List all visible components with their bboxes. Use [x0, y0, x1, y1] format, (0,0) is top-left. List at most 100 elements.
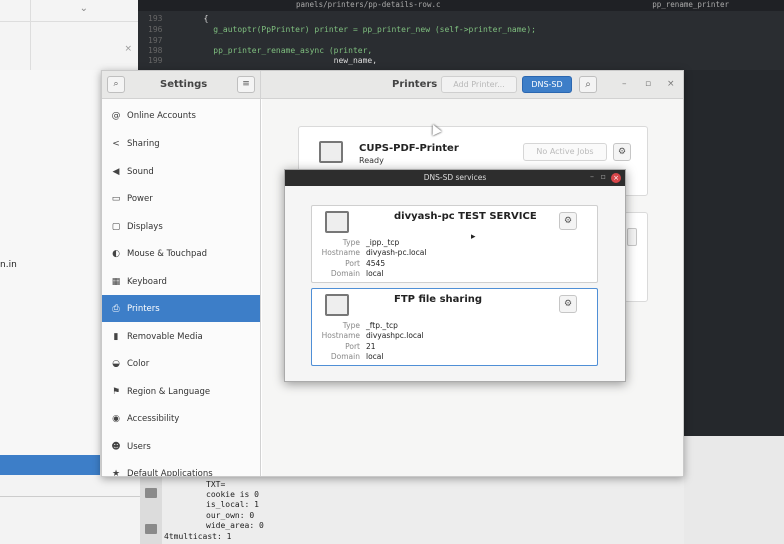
- sidebar-item-printers[interactable]: ⎙ Printers: [102, 295, 260, 322]
- gear-icon: ⚙: [563, 216, 573, 226]
- chevron-down-icon[interactable]: ⌄: [80, 3, 88, 14]
- share-icon: <: [112, 138, 120, 149]
- printer-icon: [325, 211, 349, 233]
- sidebar-item-displays[interactable]: ▢ Displays: [102, 213, 260, 240]
- star-icon: ★: [111, 468, 121, 477]
- field-label: Domain: [330, 269, 360, 278]
- dnssd-services-dialog: DNS-SD services – ▫ × divyash-pc TEST SE…: [284, 169, 626, 382]
- close-button[interactable]: ×: [611, 173, 621, 183]
- maximize-button[interactable]: ▫: [645, 79, 651, 89]
- background-window-top-left: ⌄ ×: [0, 0, 138, 70]
- keyboard-icon: ▦: [111, 276, 121, 287]
- sidebar-item-label: Sound: [127, 166, 154, 177]
- printer-row: [624, 212, 648, 302]
- sidebar-item-label: Printers: [127, 303, 160, 314]
- sidebar-item-accessibility[interactable]: ◉ Accessibility: [102, 405, 260, 432]
- battery-icon: ▭: [111, 193, 121, 204]
- flag-icon: ⚑: [111, 386, 121, 397]
- minimize-button[interactable]: –: [590, 172, 594, 181]
- accessibility-icon: ◉: [112, 413, 120, 424]
- background-window-bottom-left: [0, 476, 140, 544]
- background-tab-bar: [0, 0, 138, 22]
- printer-settings-button[interactable]: ⚙: [613, 143, 631, 161]
- service-settings-button[interactable]: ⚙: [559, 295, 577, 313]
- code-line: {: [194, 14, 209, 23]
- line-number: 193: [148, 14, 163, 23]
- sidebar-item-label: Removable Media: [127, 331, 203, 342]
- sidebar-item-removable-media[interactable]: ▮ Removable Media: [102, 323, 260, 350]
- color-icon: ◒: [112, 358, 120, 369]
- service-name: divyash-pc TEST SERVICE: [394, 211, 537, 222]
- service-settings-button[interactable]: ⚙: [559, 212, 577, 230]
- panel-title: Printers: [392, 79, 438, 90]
- add-printer-button[interactable]: Add Printer...: [441, 76, 517, 93]
- search-icon: ⌕: [113, 79, 119, 89]
- gear-icon: ⚙: [617, 147, 627, 157]
- background-text: n.in: [0, 260, 17, 270]
- dnssd-button[interactable]: DNS-SD: [522, 76, 572, 93]
- service-port: 21: [366, 342, 376, 351]
- field-label: Hostname: [321, 331, 360, 340]
- terminal-line: cookie is 0: [206, 490, 259, 499]
- sidebar-item-label: Displays: [127, 221, 163, 232]
- file-icon: [145, 524, 157, 534]
- sidebar-item-users[interactable]: ☻ Users: [102, 433, 260, 460]
- dialog-titlebar: DNS-SD services – ▫ ×: [285, 170, 625, 186]
- field-label: Type: [342, 238, 360, 247]
- service-port: 4545: [366, 259, 386, 268]
- sidebar-item-sound[interactable]: ◀ Sound: [102, 158, 260, 185]
- sidebar-item-label: Mouse & Touchpad: [127, 248, 208, 259]
- service-type: _ipp._tcp: [366, 238, 400, 247]
- printer-name: CUPS-PDF-Printer: [359, 143, 459, 154]
- close-icon[interactable]: ×: [124, 44, 132, 54]
- sidebar-item-sharing[interactable]: < Sharing: [102, 130, 260, 157]
- speaker-icon: ◀: [112, 166, 120, 177]
- service-row[interactable]: FTP file sharing ⚙ Type _ftp._tcp Hostna…: [311, 288, 598, 366]
- service-domain: local: [366, 352, 384, 361]
- field-label: Domain: [330, 352, 360, 361]
- sidebar-item-label: Color: [127, 358, 150, 369]
- hamburger-menu-icon: ≡: [242, 79, 250, 89]
- line-number: 198: [148, 46, 163, 55]
- search-button[interactable]: ⌕: [107, 76, 125, 93]
- sidebar-item-label: Sharing: [127, 138, 160, 149]
- minimize-button[interactable]: –: [622, 79, 627, 89]
- file-icon: [145, 488, 157, 498]
- service-type: _ftp._tcp: [366, 321, 398, 330]
- sidebar-item-default-applications[interactable]: ★ Default Applications: [102, 460, 260, 477]
- sidebar-item-mouse-touchpad[interactable]: ◐ Mouse & Touchpad: [102, 240, 260, 267]
- search-printers-button[interactable]: ⌕: [579, 76, 597, 93]
- settings-sidebar: @ Online Accounts < Sharing ◀ Sound ▭ Power …: [102, 99, 261, 477]
- code-editor[interactable]: panels/printers/pp-details-row.c pp_rena…: [138, 0, 784, 70]
- sidebar-item-power[interactable]: ▭ Power: [102, 185, 260, 212]
- code-line: new_name,: [194, 56, 378, 65]
- field-label: Hostname: [321, 248, 360, 257]
- sidebar-item-keyboard[interactable]: ▦ Keyboard: [102, 268, 260, 295]
- code-line: g_autoptr(PpPrinter) printer = pp_printe…: [194, 25, 536, 34]
- sidebar-item-region-language[interactable]: ⚑ Region & Language: [102, 378, 260, 405]
- menu-button[interactable]: ≡: [237, 76, 255, 93]
- printer-settings-button[interactable]: [627, 228, 637, 246]
- sidebar-item-label: Default Applications: [127, 468, 213, 477]
- close-button[interactable]: ×: [667, 79, 675, 89]
- sidebar-item-color[interactable]: ◒ Color: [102, 350, 260, 377]
- search-icon: ⌕: [585, 79, 591, 90]
- terminal-output[interactable]: TXT= cookie is 0 is_local: 1 our_own: 0 …: [140, 476, 684, 544]
- editor-function-name: pp_rename_printer: [652, 0, 729, 9]
- printer-icon: ⎙: [112, 303, 120, 314]
- sidebar-item-online-accounts[interactable]: @ Online Accounts: [102, 102, 260, 129]
- background-divider: [0, 496, 140, 497]
- display-icon: ▢: [111, 221, 121, 232]
- background-divider: [30, 0, 31, 70]
- dialog-title: DNS-SD services: [423, 173, 487, 182]
- printers-headerbar: Printers Add Printer... DNS-SD ⌕ – ▫ ×: [261, 71, 683, 99]
- sidebar-item-label: Users: [127, 441, 151, 452]
- background-panel: [684, 436, 784, 544]
- text-cursor-icon: ▸: [471, 232, 476, 242]
- maximize-button[interactable]: ▫: [601, 172, 606, 181]
- terminal-line: our_own: 0: [206, 511, 255, 520]
- jobs-button[interactable]: No Active Jobs: [523, 143, 607, 161]
- terminal-line: 4tmulticast: 1: [164, 532, 232, 541]
- field-label: Port: [345, 259, 360, 268]
- service-row[interactable]: divyash-pc TEST SERVICE ⚙ Type _ipp._tcp…: [311, 205, 598, 283]
